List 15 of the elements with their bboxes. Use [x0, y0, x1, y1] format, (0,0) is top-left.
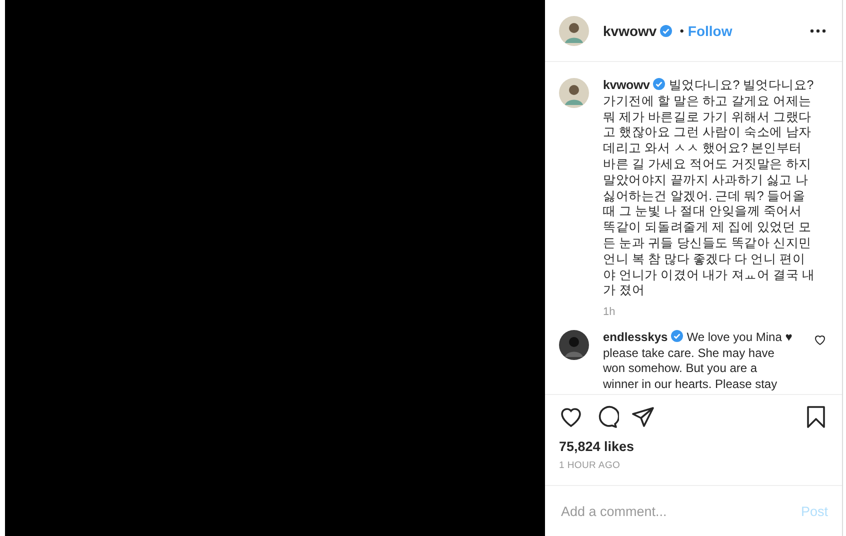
caption-time: 1h	[603, 306, 616, 318]
avatar-icon[interactable]	[559, 78, 589, 108]
comment-text: endlesskys We love you Mina ♥ please take care. She may have won somehow. But you are a winner in our hearts. Please stay	[603, 330, 793, 392]
avatar-icon[interactable]	[559, 330, 589, 360]
like-heart-icon[interactable]	[814, 334, 826, 346]
post-caption: kvwowv 빌었다니요? 빌엇다니요? 가기전에 할 말은 하고 갈게요 어제는 뭐 제가 바른길로 가기 위해서 그랬다고 했잖아요 그런 사람이 숙소에 남자 데리고 와서 ㅅㅅ 했어요? 본인부터 바른 길 가세요 적어도 거짓말은 하지 말았어야지 끝까지 사과하기 싫고 나 싫어하는건 알겠어. 근데 뭐? 들어올때 그 눈빛 나 절대 안잊을께 죽어서 똑같이 되돌려줄게 제 집에 있었던 모든 눈과 귀들 당신들도 똑같아 신지민 언니 복 참 많다 좋겠다 다 언니 편이야 언니가 이겼어 내가 져ㅛ어 결국 내가 졌어	[603, 78, 816, 300]
more-options-icon[interactable]	[810, 28, 826, 32]
username[interactable]: kvwowv	[603, 22, 657, 38]
post-timestamp: 1 HOUR AGO	[558, 459, 622, 473]
likes-count[interactable]: 75,824 likes	[545, 433, 842, 454]
send-icon[interactable]	[631, 405, 655, 429]
avatar-icon[interactable]	[559, 16, 589, 46]
separator-dot: •	[680, 24, 684, 38]
heart-icon[interactable]	[559, 405, 583, 429]
bookmark-icon[interactable]	[804, 405, 828, 429]
